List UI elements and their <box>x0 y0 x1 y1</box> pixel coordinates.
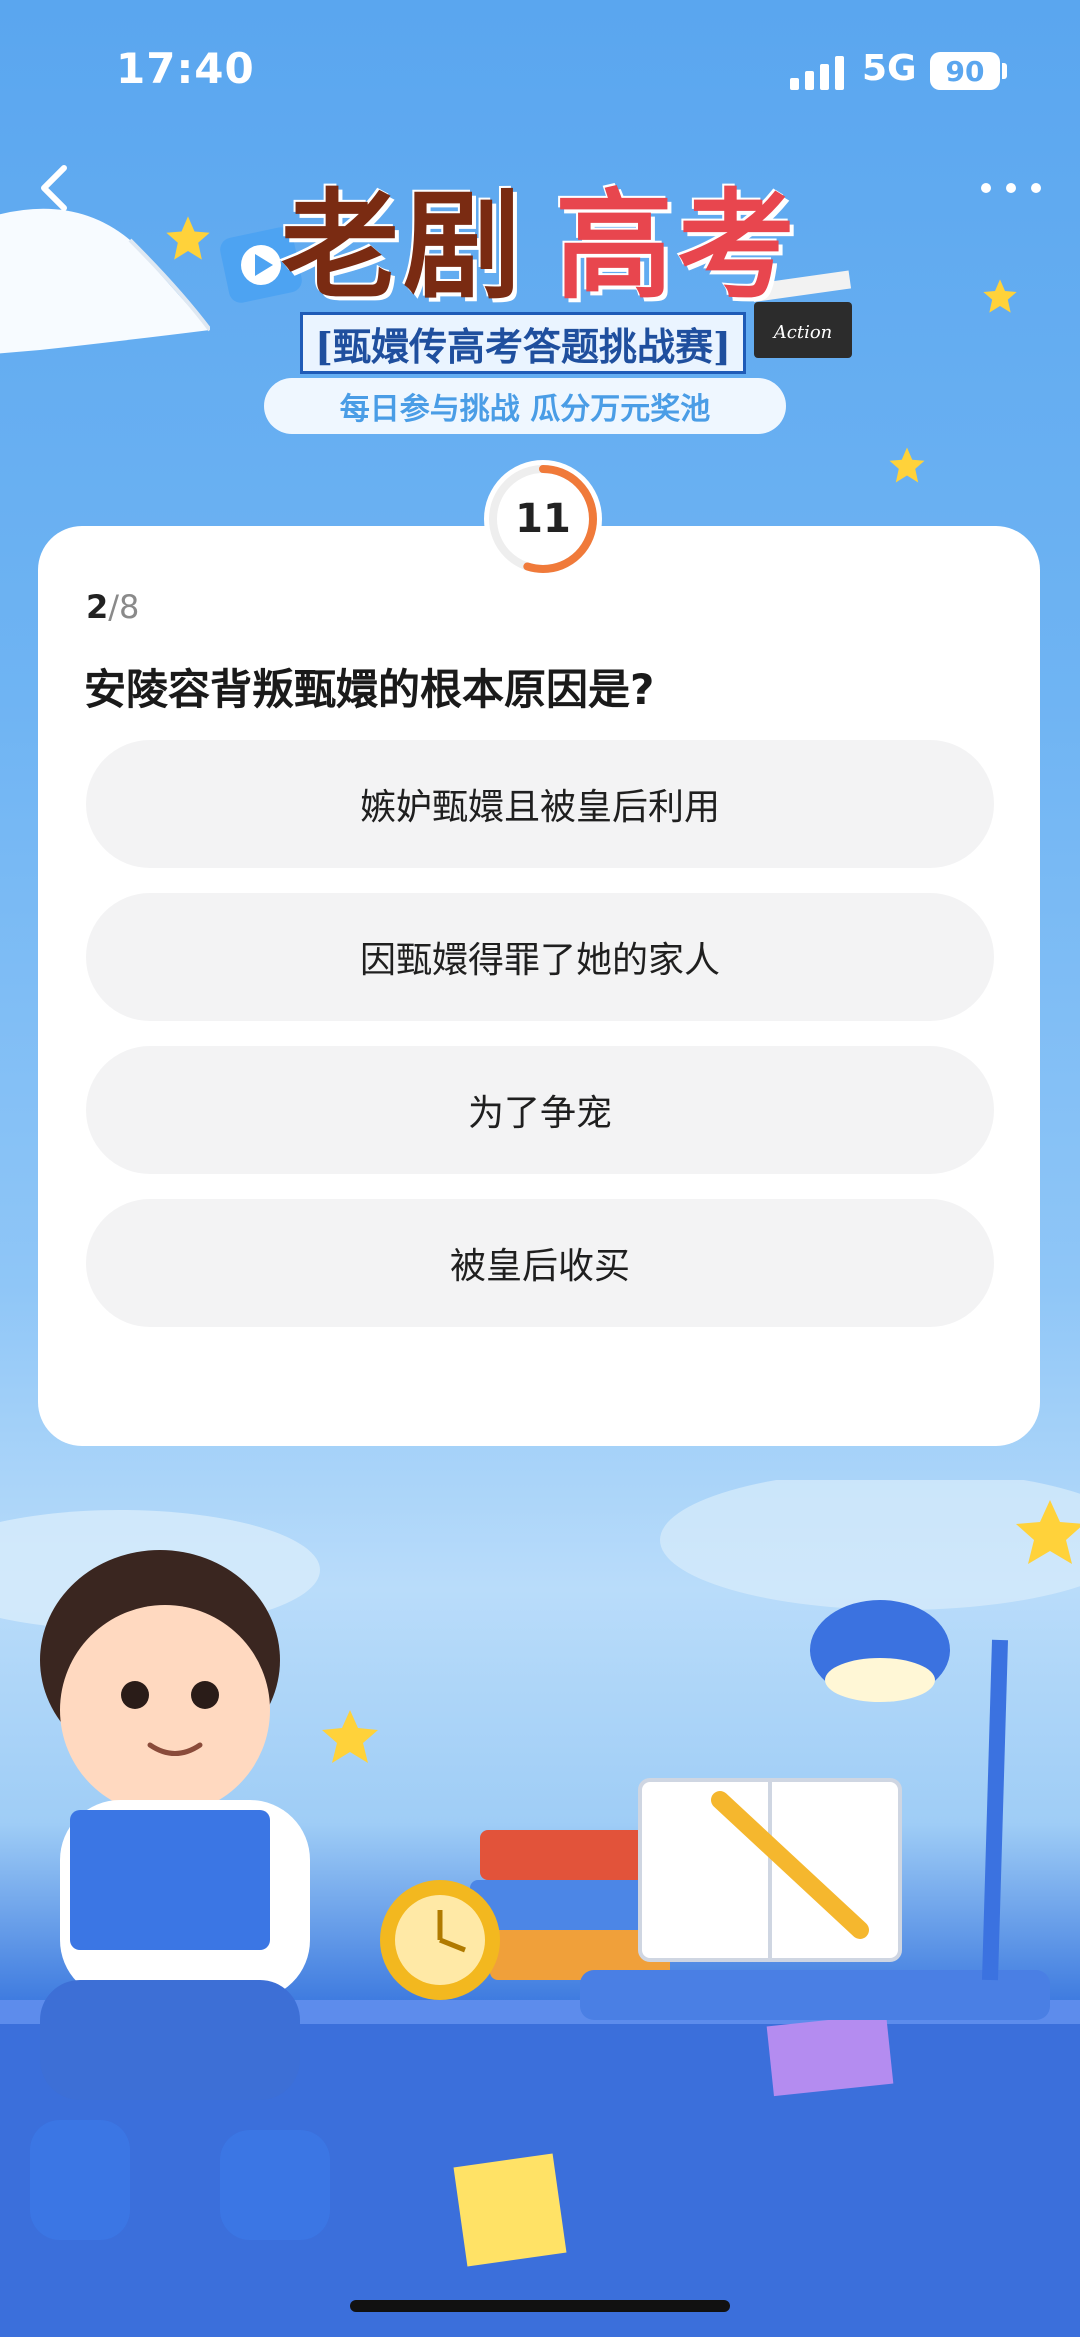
clapper-text: Action <box>772 322 833 343</box>
question-text: 安陵容背叛甄嬛的根本原因是? <box>84 665 655 714</box>
cellular-signal-icon <box>790 56 844 90</box>
battery-level: 90 <box>945 54 985 88</box>
timer-value: 11 <box>515 496 571 542</box>
study-scene-illustration <box>0 1480 1080 2337</box>
banner-title-part2: 高考 <box>555 176 800 315</box>
battery-tip <box>1002 63 1007 79</box>
banner-title-part1: 老剧 <box>280 176 525 315</box>
battery-icon: 90 <box>930 52 1000 90</box>
home-indicator[interactable] <box>350 2300 730 2312</box>
progress-current: 2 <box>86 588 109 626</box>
countdown-timer: 11 <box>484 460 602 578</box>
network-type: 5G <box>862 48 917 89</box>
answer-option-3[interactable]: 为了争宠 <box>86 1046 994 1174</box>
status-bar: 17:40 5G 90 <box>0 0 1080 140</box>
banner-subtitle: [甄嬛传高考答题挑战赛] <box>300 312 746 374</box>
answer-option-2[interactable]: 因甄嬛得罪了她的家人 <box>86 893 994 1021</box>
progress-total: /8 <box>108 588 140 626</box>
prize-tagline: 每日参与挑战 瓜分万元奖池 <box>264 378 786 434</box>
quiz-screen: 17:40 5G 90 Action 老剧 高考 [甄嬛传高考答题挑战赛] 每日… <box>0 0 1080 2337</box>
star-icon <box>889 447 925 483</box>
answer-option-4[interactable]: 被皇后收买 <box>86 1199 994 1327</box>
banner-title: 老剧 高考 <box>0 150 1080 321</box>
question-progress: 2/8 <box>86 588 139 626</box>
answer-option-1[interactable]: 嫉妒甄嬛且被皇后利用 <box>86 740 994 868</box>
status-time: 17:40 <box>116 44 255 93</box>
